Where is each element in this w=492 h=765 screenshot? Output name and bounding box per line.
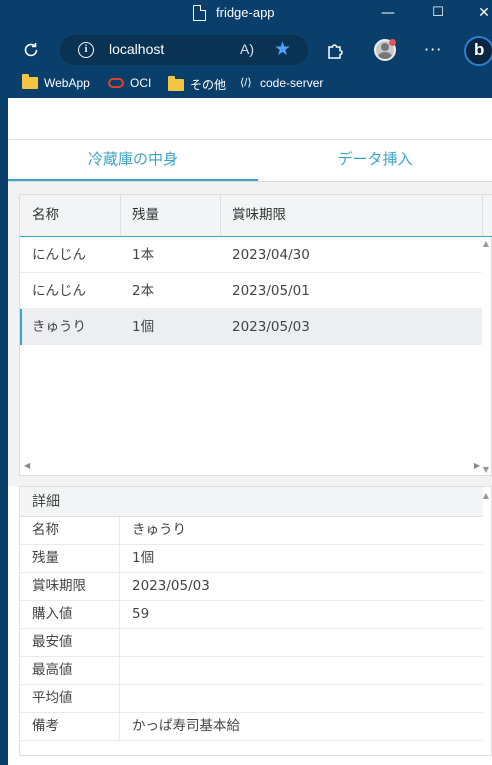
detail-label: 平均値: [20, 685, 120, 712]
cell-name: にんじん: [32, 283, 86, 299]
cell-expiry: 2023/05/03: [232, 319, 310, 335]
cell-amount: 2本: [132, 283, 155, 299]
bookmark-other[interactable]: その他: [168, 75, 226, 93]
cell-name: にんじん: [32, 247, 86, 263]
bookmark-code-server[interactable]: ⟨/⟩ code-server: [240, 76, 323, 90]
column-header-expiry[interactable]: 賞味期限: [232, 195, 286, 236]
detail-value: きゅうり: [132, 522, 186, 538]
grid-area: 名称 残量 賞味期限 にんじん 1本 2023/04/30 にんじん 2本 20…: [8, 182, 492, 486]
detail-value: 1個: [132, 550, 155, 566]
scroll-up-arrow-icon[interactable]: ▲: [481, 491, 491, 500]
table-row[interactable]: にんじん 1本 2023/04/30: [20, 237, 482, 273]
table-row-selected[interactable]: きゅうり 1個 2023/05/03: [20, 309, 482, 345]
column-header-amount[interactable]: 残量: [132, 195, 159, 236]
bookmark-webapp[interactable]: WebApp: [22, 74, 90, 90]
notification-dot: [389, 39, 396, 46]
bookmarks-bar: WebApp OCI その他 ⟨/⟩ code-server: [0, 72, 492, 98]
scroll-right-arrow-icon[interactable]: ▶: [474, 461, 480, 470]
detail-label: 賞味期限: [20, 573, 120, 600]
maximize-button[interactable]: ☐: [428, 4, 448, 22]
column-divider[interactable]: [120, 195, 121, 236]
oci-icon: [108, 78, 124, 88]
browser-toolbar: i localhost A) ★ ··· b: [0, 28, 492, 72]
read-aloud-icon[interactable]: A): [240, 41, 254, 57]
scroll-up-arrow-icon[interactable]: ▲: [481, 239, 491, 249]
cell-expiry: 2023/04/30: [232, 247, 310, 263]
folder-icon: [168, 75, 184, 91]
close-button[interactable]: ✕: [474, 4, 492, 22]
detail-label: 備考: [20, 713, 120, 740]
detail-value: 2023/05/03: [132, 578, 210, 594]
detail-panel: 詳細 ▲ 名称 きゅうり 残量 1個 賞味期限 2023/05/03 購入値 5…: [19, 486, 492, 756]
extensions-icon[interactable]: [326, 41, 344, 59]
cell-expiry: 2023/05/01: [232, 283, 310, 299]
bing-copilot-icon[interactable]: b: [464, 36, 492, 66]
info-icon[interactable]: i: [78, 42, 94, 58]
detail-value: かっぱ寿司基本給: [132, 718, 240, 734]
detail-title: 詳細: [20, 487, 483, 517]
grid-header: 名称 残量 賞味期限: [20, 195, 492, 237]
detail-row-expiry: 賞味期限 2023/05/03: [20, 573, 483, 601]
detail-row-amount: 残量 1個: [20, 545, 483, 573]
document-icon: [193, 5, 206, 21]
detail-label: 名称: [20, 517, 120, 544]
window-title: fridge-app: [216, 5, 275, 20]
fridge-app: 冷蔵庫の中身 データ挿入 名称 残量 賞味期限 にんじん 1本 2023/04/…: [8, 98, 492, 765]
detail-row-average-price: 平均値: [20, 685, 483, 713]
app-header-space: [8, 98, 492, 140]
detail-label: 残量: [20, 545, 120, 572]
column-header-name[interactable]: 名称: [32, 195, 59, 236]
column-divider[interactable]: [482, 195, 483, 236]
detail-row-name: 名称 きゅうり: [20, 517, 483, 545]
address-bar[interactable]: i localhost A) ★: [60, 35, 308, 65]
tab-fridge-contents[interactable]: 冷蔵庫の中身: [8, 140, 258, 181]
folder-icon: [22, 74, 38, 89]
detail-value: 59: [132, 606, 150, 622]
tab-bar: 冷蔵庫の中身 データ挿入: [8, 140, 492, 182]
minimize-button[interactable]: —: [378, 4, 398, 22]
vscode-icon: ⟨/⟩: [240, 77, 252, 89]
favorite-star-icon[interactable]: ★: [274, 38, 291, 60]
bookmark-oci[interactable]: OCI: [108, 76, 151, 90]
items-grid: 名称 残量 賞味期限 にんじん 1本 2023/04/30 にんじん 2本 20…: [19, 194, 492, 476]
table-row[interactable]: にんじん 2本 2023/05/01: [20, 273, 482, 309]
more-options-icon[interactable]: ···: [424, 40, 442, 59]
detail-label: 購入値: [20, 601, 120, 628]
detail-row-purchase-price: 購入値 59: [20, 601, 483, 629]
url-text[interactable]: localhost: [109, 41, 164, 57]
detail-row-lowest-price: 最安値: [20, 629, 483, 657]
detail-area: 詳細 ▲ 名称 きゅうり 残量 1個 賞味期限 2023/05/03 購入値 5…: [8, 486, 492, 765]
scroll-left-arrow-icon[interactable]: ◀: [24, 461, 30, 470]
detail-row-highest-price: 最高値: [20, 657, 483, 685]
cell-name: きゅうり: [32, 319, 86, 335]
cell-amount: 1本: [132, 247, 155, 263]
page-left-edge: [0, 98, 8, 765]
detail-row-notes: 備考 かっぱ寿司基本給: [20, 713, 483, 741]
detail-label: 最安値: [20, 629, 120, 656]
cell-amount: 1個: [132, 319, 155, 335]
horizontal-scrollbar[interactable]: ◀ ▶: [20, 461, 482, 475]
detail-label: 最高値: [20, 657, 120, 684]
refresh-icon[interactable]: [22, 41, 40, 59]
window-titlebar: fridge-app — ☐ ✕: [0, 0, 492, 28]
scroll-down-arrow-icon[interactable]: ▼: [481, 465, 491, 475]
tab-data-insert[interactable]: データ挿入: [258, 140, 492, 181]
column-divider[interactable]: [220, 195, 221, 236]
